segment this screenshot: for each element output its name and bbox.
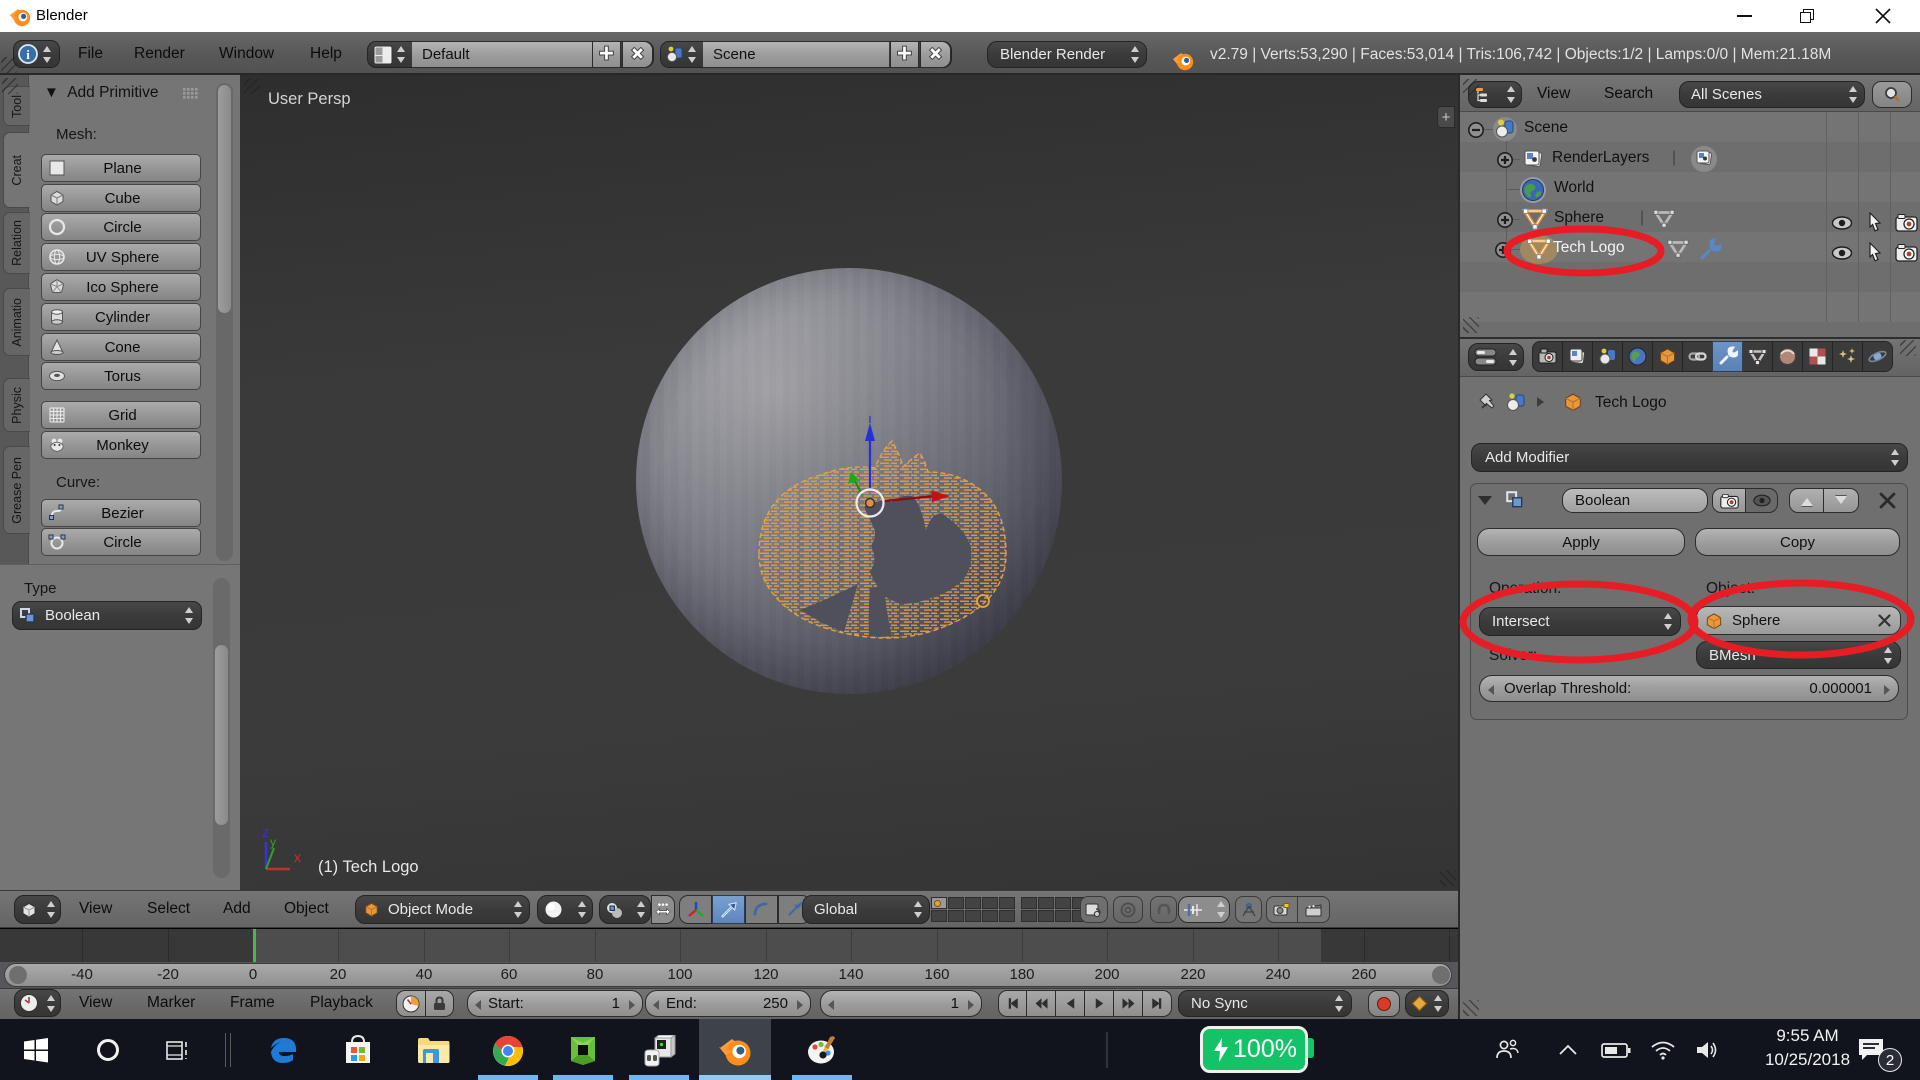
svg-text:x: x (294, 849, 301, 865)
svg-text:i: i (26, 47, 30, 62)
svg-text:y: y (270, 835, 276, 849)
svg-text:z: z (262, 824, 269, 840)
